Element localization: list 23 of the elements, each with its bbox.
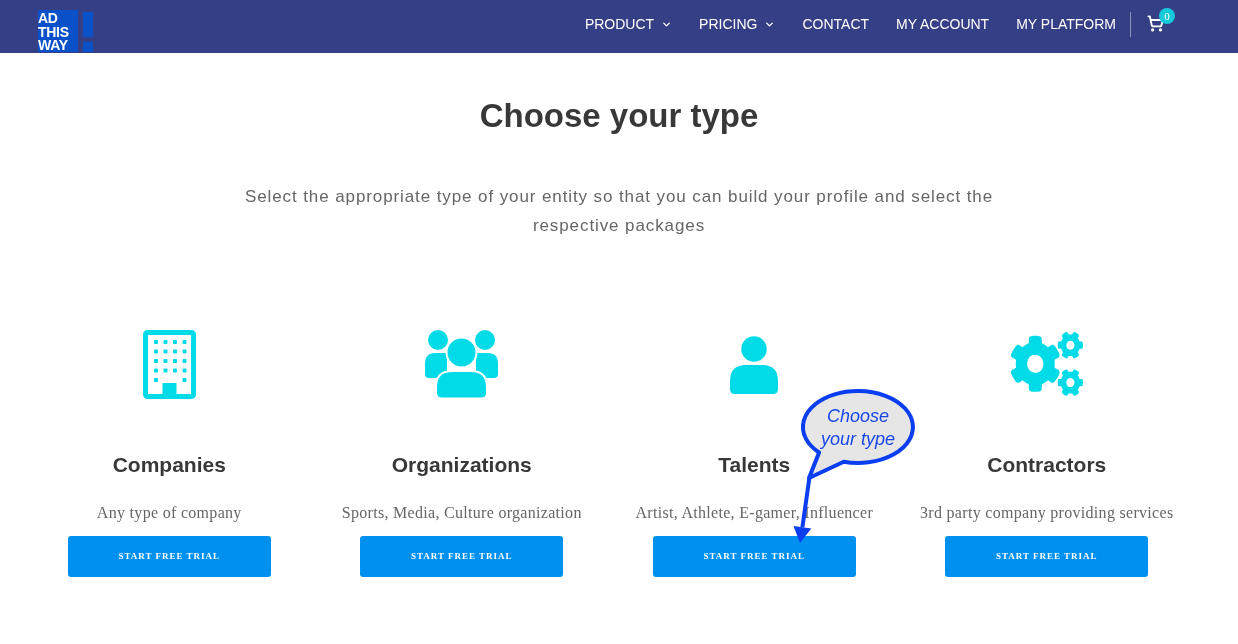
nav-link[interactable]: PRICING (699, 13, 776, 35)
gears-icon (1010, 332, 1083, 396)
type-heading: Talents (718, 453, 791, 477)
nav-link[interactable]: MY ACCOUNT (896, 13, 990, 35)
page-subtitle: Select the appropriate type of your entity so that you can build your profile and select the respective packages (243, 186, 995, 237)
exclamation-icon (83, 12, 93, 52)
nav-link[interactable]: PRODUCT (584, 13, 673, 35)
nav-link[interactable]: MY PLATFORM (1016, 13, 1116, 35)
group-icon (425, 329, 499, 399)
type-description: Any type of company (96, 503, 242, 523)
type-heading: Organizations (391, 453, 532, 477)
cart-icon[interactable] (1147, 14, 1164, 32)
cart-count-badge: 0 (1159, 7, 1175, 24)
callout-text: Choose your type (819, 405, 896, 451)
type-heading: Companies (112, 453, 226, 477)
building-icon (142, 329, 196, 399)
person-icon (730, 334, 779, 394)
type-description: 3rd party company providing services (920, 503, 1174, 523)
type-description: Sports, Media, Culture organization (341, 503, 582, 523)
nav-link[interactable]: CONTACT (802, 13, 870, 35)
logo-text[interactable]: AD THIS WAY (38, 10, 78, 52)
page-title: Choose your type (479, 96, 759, 136)
type-heading: Contractors (987, 453, 1107, 477)
